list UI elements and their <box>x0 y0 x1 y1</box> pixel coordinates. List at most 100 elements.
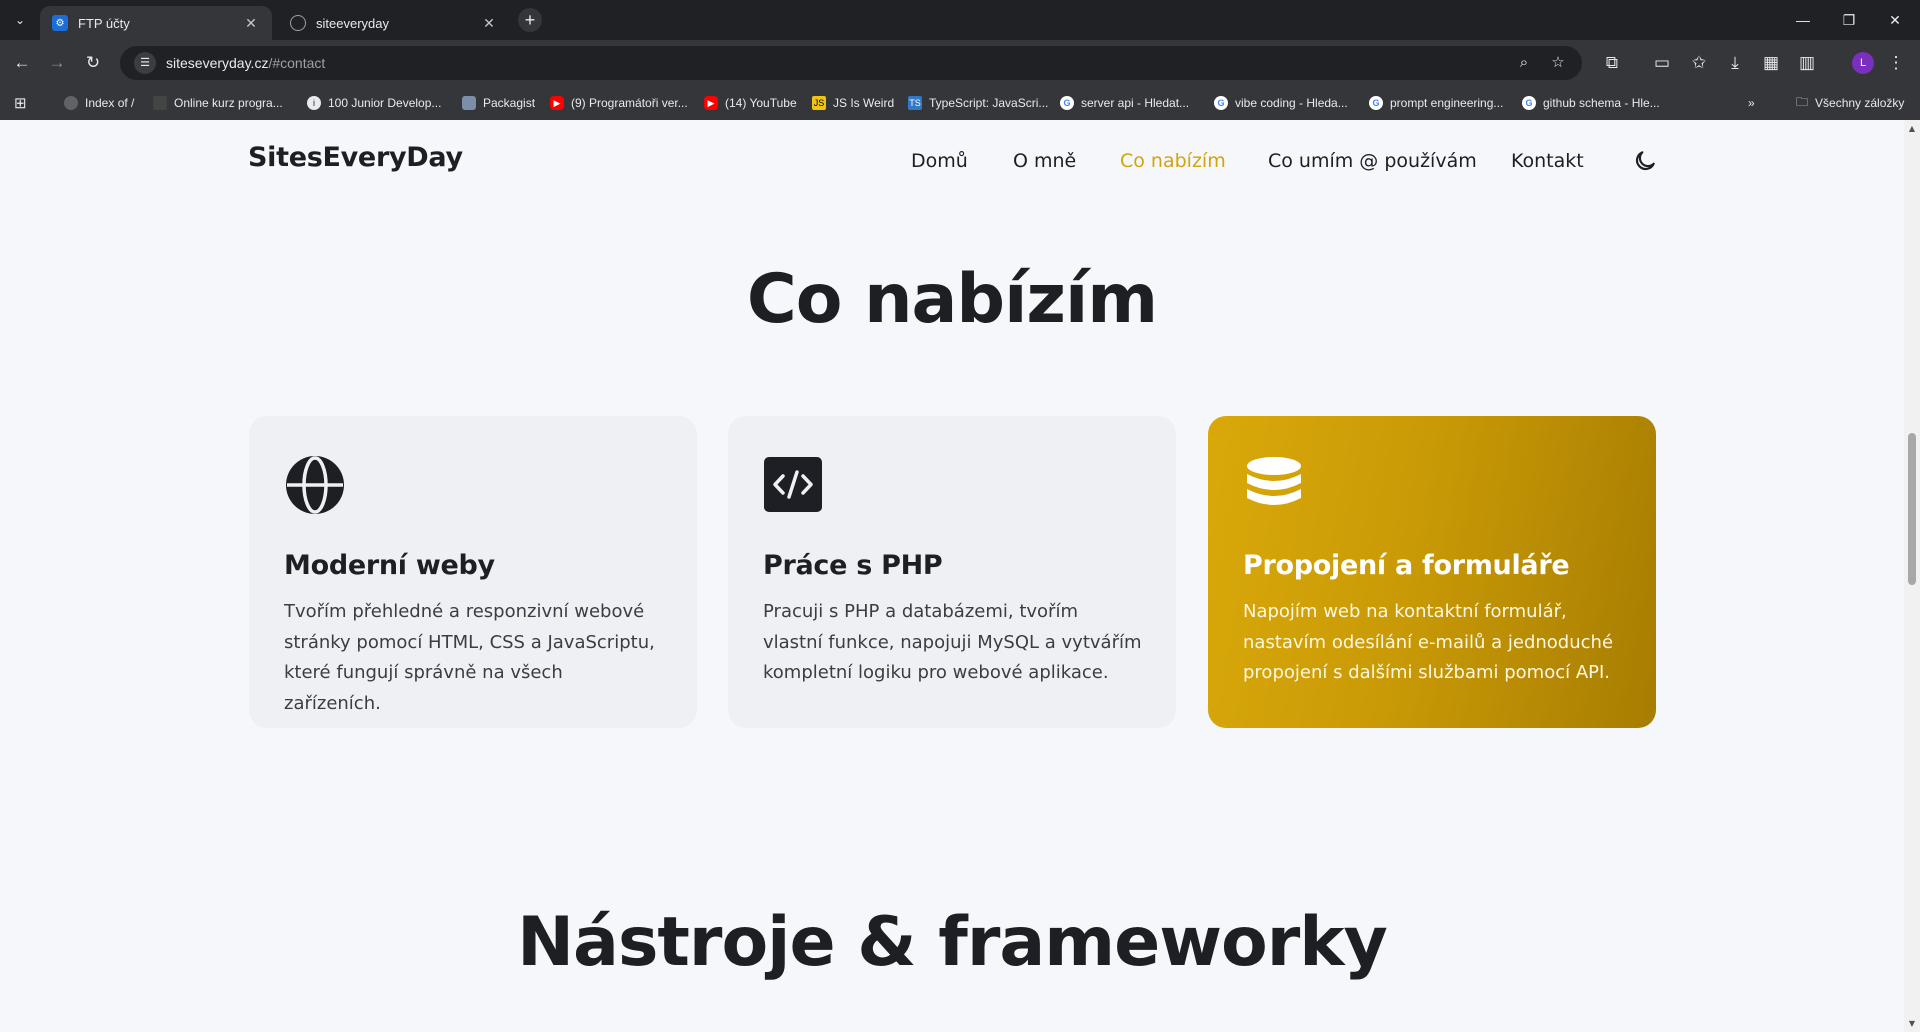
back-icon[interactable]: ← <box>8 49 36 77</box>
ts-icon: TS <box>908 96 922 110</box>
profile-avatar[interactable]: L <box>1852 52 1874 74</box>
nav-kontakt[interactable]: Kontakt <box>1511 150 1584 172</box>
bookmark-item[interactable]: Gserver api - Hledat... <box>1060 93 1189 113</box>
address-host: siteseveryday.cz <box>166 55 269 71</box>
bookmark-label: JS Is Weird <box>833 96 895 110</box>
address-path: /#contact <box>268 55 326 71</box>
reading-mode-icon[interactable]: ▥ <box>1793 49 1821 77</box>
bookmark-item[interactable]: Index of / <box>64 93 134 113</box>
address-bar[interactable]: ☰ siteseveryday.cz/#contact ⌕ ☆ <box>120 46 1582 80</box>
bookmark-label: vibe coding - Hleda... <box>1235 96 1348 110</box>
bookmark-label: Online kurz progra... <box>174 96 283 110</box>
download-icon[interactable]: ⤓ <box>1721 49 1749 77</box>
card-text: Tvořím přehledné a responzivní webové st… <box>284 601 655 714</box>
tools-heading: Nástroje & frameworky <box>517 903 1388 982</box>
service-card-moderni-weby: Moderní weby Tvořím přehledné a responzi… <box>249 416 697 728</box>
tab-title: siteeveryday <box>316 15 389 31</box>
google-icon: G <box>1060 96 1074 110</box>
page-viewport: SitesEveryDay Domů O mně Co nabízím Co u… <box>0 120 1904 1032</box>
google-icon: G <box>1214 96 1228 110</box>
bookmark-label: TypeScript: JavaScri... <box>929 96 1049 110</box>
nav-o-mne[interactable]: O mně <box>1013 150 1076 172</box>
bookmark-label: server api - Hledat... <box>1081 96 1190 110</box>
bookmark-label: (14) YouTube <box>725 96 797 110</box>
bookmark-label: github schema - Hle... <box>1543 96 1660 110</box>
bookmark-item[interactable]: Ggithub schema - Hle... <box>1522 93 1660 113</box>
bookmark-item[interactable]: Gprompt engineering... <box>1369 93 1503 113</box>
bookmark-item[interactable]: Online kurz progra... <box>153 93 283 113</box>
tab-siteeveryday[interactable]: siteeveryday ✕ <box>278 6 510 40</box>
reload-icon[interactable]: ↻ <box>79 49 107 77</box>
packagist-icon <box>462 96 476 110</box>
scroll-up-icon[interactable]: ▲ <box>1907 124 1917 133</box>
scroll-down-icon[interactable]: ▼ <box>1907 1019 1917 1028</box>
browser-chrome: ⌄ ⚙ FTP účty ✕ siteeveryday ✕ + — ❐ ✕ ← … <box>0 0 1920 120</box>
all-bookmarks-label: Všechny záložky <box>1815 96 1905 110</box>
restore-icon[interactable]: ❐ <box>1826 6 1872 34</box>
card-title: Práce s PHP <box>763 550 943 581</box>
bookmark-item[interactable]: JS JS Is Weird <box>812 93 894 113</box>
bookmark-label: Index of / <box>85 96 135 110</box>
page-icon <box>153 96 167 110</box>
card-title: Propojení a formuláře <box>1243 550 1570 581</box>
tab-ftp-ucty[interactable]: ⚙ FTP účty ✕ <box>40 6 272 40</box>
globe-icon <box>64 96 78 110</box>
page-scrollbar[interactable]: ▲ ▼ <box>1904 120 1920 1032</box>
forward-icon[interactable]: → <box>43 49 71 77</box>
service-card-propojeni-a-formulare: Propojení a formuláře Napojím web na kon… <box>1208 416 1656 728</box>
bookmark-label: (9) Programátoři ver... <box>571 96 688 110</box>
payment-card-icon[interactable]: ▭ <box>1648 49 1676 77</box>
google-icon: G <box>1369 96 1383 110</box>
bookmark-label: Packagist <box>483 96 536 110</box>
globe-icon <box>286 456 344 514</box>
bookmarks-bar: ⊞ Index of / Online kurz progra... i 100 … <box>0 86 1920 120</box>
bookmark-item[interactable]: Packagist <box>462 93 535 113</box>
services-heading: Co nabízím <box>746 260 1158 339</box>
more-bookmarks-icon[interactable]: » <box>1748 93 1755 113</box>
bookmark-star-icon[interactable]: ☆ <box>1548 53 1568 73</box>
tab-layout-icon[interactable]: ▦ <box>1757 49 1785 77</box>
tab-search-icon[interactable]: ⌄ <box>8 8 32 32</box>
browser-toolbar: ← → ↻ ☰ siteseveryday.cz/#contact ⌕ ☆ ⧉ … <box>0 40 1920 86</box>
bookmark-item[interactable]: i 100 Junior Develop... <box>307 93 441 113</box>
close-tab-icon[interactable]: ✕ <box>480 14 498 32</box>
database-icon <box>1247 457 1301 505</box>
info-icon: i <box>307 96 321 110</box>
bookmarks-star-icon[interactable]: ✩ <box>1685 49 1713 77</box>
moon-icon[interactable] <box>1632 148 1658 174</box>
card-text: Napojím web na kontaktní formulář, nasta… <box>1243 601 1614 683</box>
folder-icon: 🗀 <box>1796 94 1809 109</box>
js-icon: JS <box>812 96 826 110</box>
bookmark-label: prompt engineering... <box>1390 96 1504 110</box>
new-tab-button[interactable]: + <box>518 8 542 32</box>
nav-co-nabizim[interactable]: Co nabízím <box>1120 150 1226 172</box>
site-info-icon[interactable]: ☰ <box>134 52 156 74</box>
ftp-favicon-icon: ⚙ <box>52 15 68 31</box>
nav-co-umim[interactable]: Co umím @ používám <box>1268 150 1477 172</box>
site-brand[interactable]: SitesEveryDay <box>248 142 463 173</box>
zoom-icon[interactable]: ⌕ <box>1514 53 1534 73</box>
menu-dots-icon[interactable]: ⋮ <box>1882 49 1910 77</box>
globe-favicon-icon <box>290 15 306 31</box>
apps-grid-icon[interactable]: ⊞ <box>14 93 27 113</box>
tab-strip: ⌄ ⚙ FTP účty ✕ siteeveryday ✕ + — ❐ ✕ <box>0 0 1920 40</box>
bookmark-item[interactable]: ▶ (9) Programátoři ver... <box>550 93 688 113</box>
extensions-icon[interactable]: ⧉ <box>1598 49 1626 77</box>
code-icon <box>764 457 822 512</box>
card-text: Pracuji s PHP a databázemi, tvořím vlast… <box>763 601 1142 683</box>
nav-domu[interactable]: Domů <box>911 150 968 172</box>
scrollbar-thumb[interactable] <box>1908 433 1916 585</box>
google-icon: G <box>1522 96 1536 110</box>
card-title: Moderní weby <box>284 550 495 581</box>
youtube-icon: ▶ <box>704 96 718 110</box>
youtube-icon: ▶ <box>550 96 564 110</box>
minimize-icon[interactable]: — <box>1780 6 1826 34</box>
all-bookmarks-folder[interactable]: 🗀 Všechny záložky <box>1796 93 1904 113</box>
bookmark-item[interactable]: TS TypeScript: JavaScri... <box>908 93 1048 113</box>
close-tab-icon[interactable]: ✕ <box>242 14 260 32</box>
bookmark-label: 100 Junior Develop... <box>328 96 442 110</box>
bookmark-item[interactable]: Gvibe coding - Hleda... <box>1214 93 1348 113</box>
close-window-icon[interactable]: ✕ <box>1872 6 1918 34</box>
bookmark-item[interactable]: ▶ (14) YouTube <box>704 93 797 113</box>
tab-title: FTP účty <box>78 15 130 31</box>
